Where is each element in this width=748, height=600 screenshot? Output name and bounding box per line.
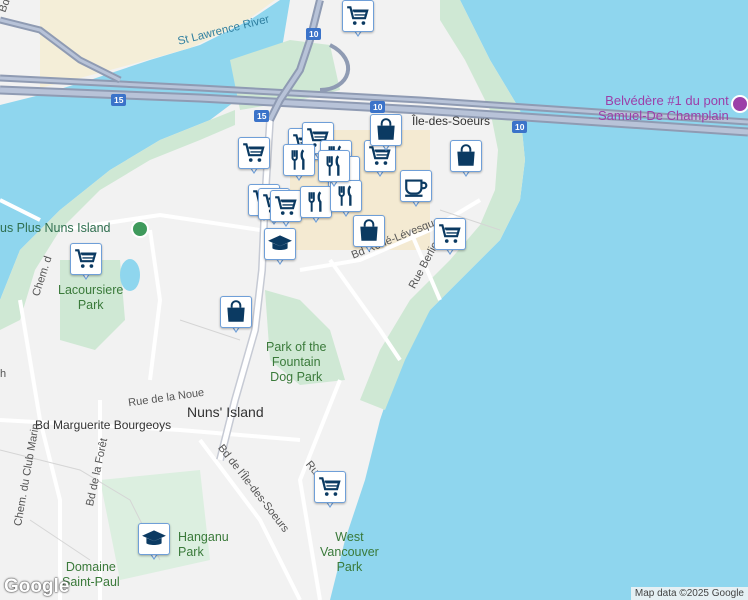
utensils-marker[interactable] (283, 144, 315, 184)
cart-icon (238, 137, 270, 169)
bag-icon (370, 114, 402, 146)
park-label-line: Saint-Paul (62, 575, 120, 589)
park-label-line: Park (178, 545, 204, 559)
park-label-west-vancouver[interactable]: West Vancouver Park (320, 530, 379, 575)
park-label-line: Dog Park (270, 370, 323, 384)
utensils-marker[interactable] (300, 186, 332, 226)
neighbourhood-label-nuns-island: Nuns' Island (187, 404, 264, 420)
bag-marker[interactable] (450, 140, 482, 180)
coffee-marker[interactable] (400, 170, 432, 210)
cart-marker[interactable] (434, 218, 466, 258)
utensils-icon (318, 150, 350, 182)
cart-marker[interactable] (238, 137, 270, 177)
bag-icon (353, 215, 385, 247)
bag-icon (450, 140, 482, 172)
graduation-cap-icon (264, 228, 296, 260)
cart-icon (70, 243, 102, 275)
bag-marker[interactable] (370, 114, 402, 154)
park-label-domaine[interactable]: Domaine Saint-Paul (62, 560, 120, 590)
graduation-cap-icon (138, 523, 170, 555)
park-label-line: Fountain (271, 355, 321, 369)
park-label-line: Lacoursiere (58, 283, 124, 297)
utensils-icon (283, 144, 315, 176)
park-label-hanganu[interactable]: Hanganu Park (178, 530, 229, 560)
cart-marker[interactable] (70, 243, 102, 283)
cart-icon (270, 190, 302, 222)
map-attribution[interactable]: Map data ©2025 Google (630, 587, 748, 600)
street-label-bd-marguerite: Bd Marguerite Bourgeoys (35, 418, 172, 432)
park-label-fountain[interactable]: Park of the Fountain Dog Park (266, 340, 326, 385)
park-icon[interactable] (131, 220, 149, 238)
utensils-icon (300, 186, 332, 218)
highway-shield-10: 10 (370, 101, 386, 113)
bag-marker[interactable] (353, 215, 385, 255)
cart-marker[interactable] (270, 190, 302, 230)
graduation-cap-marker[interactable] (264, 228, 296, 268)
highway-shield-10: 10 (512, 121, 528, 133)
cart-icon (314, 471, 346, 503)
coffee-icon (400, 170, 432, 202)
cart-icon (434, 218, 466, 250)
cart-icon (342, 0, 374, 32)
utensils-marker[interactable] (318, 150, 350, 190)
park-label-line: Vancouver (320, 545, 379, 559)
park-label-line: Park (336, 560, 363, 574)
google-logo: Google (4, 576, 70, 597)
park-label-line: West (335, 530, 364, 544)
poi-label-belvedere[interactable]: Belvédère #1 du pont Samuel-De Champlain (598, 93, 729, 123)
viewpoint-icon[interactable] (731, 95, 748, 113)
cart-marker[interactable] (342, 0, 374, 40)
place-label-nuns-plus[interactable]: us Plus Nuns Island (0, 221, 110, 235)
park-label-line: Domaine (65, 560, 116, 574)
highway-shield-15: 15 (254, 110, 270, 122)
bag-icon (220, 296, 252, 328)
cart-marker[interactable] (314, 471, 346, 511)
graduation-cap-marker[interactable] (138, 523, 170, 563)
street-label-ile-des-soeurs: Île-des-Soeurs (412, 114, 491, 128)
street-label-h: h (0, 368, 7, 380)
park-label-line: Park of the (266, 340, 327, 354)
highway-shield-15: 15 (111, 94, 127, 106)
park-label-line: Park (77, 298, 104, 312)
highway-shield-10: 10 (306, 28, 322, 40)
poi-label-line: Belvédère #1 du pont (605, 93, 729, 108)
bag-marker[interactable] (220, 296, 252, 336)
poi-label-line: Samuel-De Champlain (598, 108, 729, 123)
park-label-lacoursiere[interactable]: Lacoursiere Park (58, 283, 123, 313)
park-label-line: Hanganu (178, 530, 229, 544)
